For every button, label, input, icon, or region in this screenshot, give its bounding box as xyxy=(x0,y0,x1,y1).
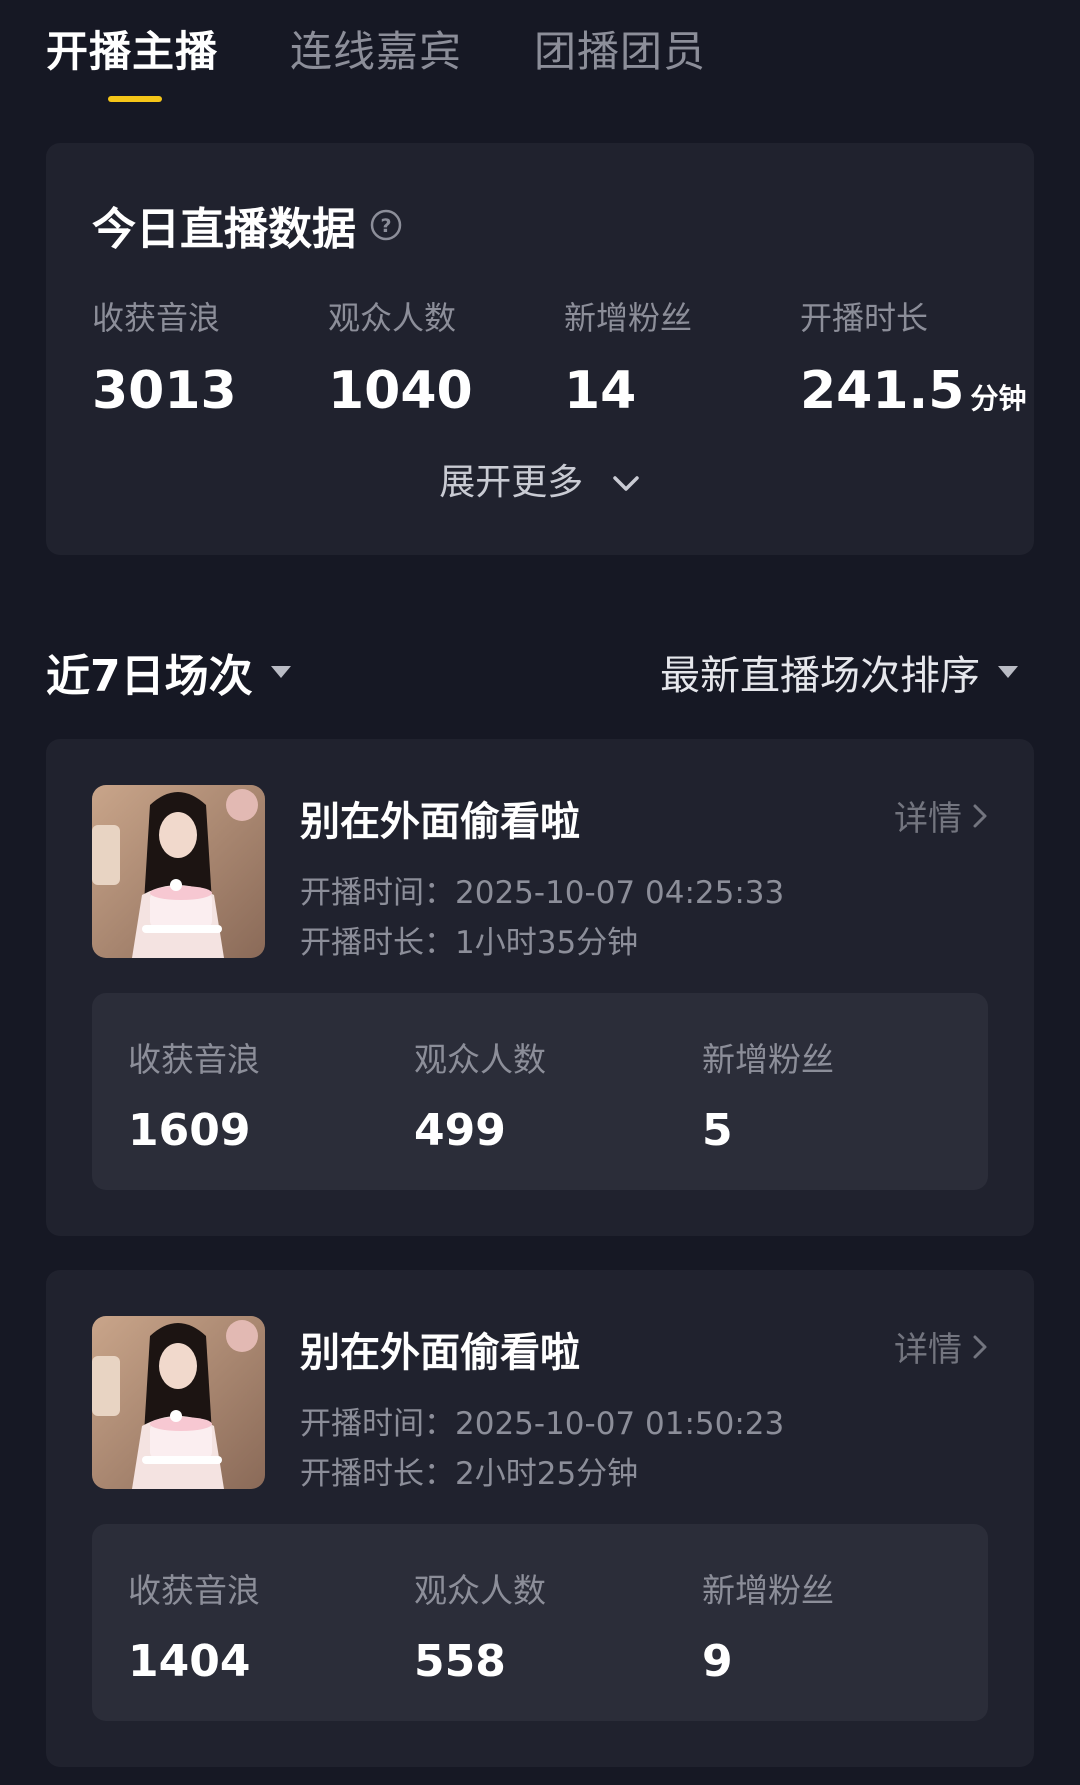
sort-label: 最新直播场次排序 xyxy=(660,653,980,699)
session-stat-new-fans: 新增粉丝 9 xyxy=(702,1564,834,1687)
session-title: 别在外面偷看啦 xyxy=(300,799,580,845)
caret-down-icon xyxy=(270,666,291,678)
session-thumbnail[interactable] xyxy=(92,785,265,958)
session-stat-viewers: 观众人数 558 xyxy=(414,1564,546,1687)
session-start-time: 开播时间：2025-10-07 01:50:23 xyxy=(300,1406,785,1442)
stat-label: 收获音浪 xyxy=(128,1040,260,1079)
detail-link[interactable]: 详情 xyxy=(894,791,988,840)
stat-label: 观众人数 xyxy=(414,1040,546,1079)
session-duration: 开播时长：1小时35分钟 xyxy=(300,925,639,961)
stat-label: 收获音浪 xyxy=(92,299,221,337)
tab-host[interactable]: 开播主播 xyxy=(46,18,218,79)
session-thumbnail[interactable] xyxy=(92,1316,265,1489)
stat-value-number: 241.5 xyxy=(800,361,965,421)
chevron-right-icon xyxy=(973,1335,987,1358)
expand-more-button[interactable]: 展开更多 xyxy=(46,453,1034,505)
today-data-title: 今日直播数据 ? xyxy=(92,193,402,257)
tab-bar: 开播主播 连线嘉宾 团播团员 xyxy=(46,18,778,79)
session-duration: 开播时长：2小时25分钟 xyxy=(300,1456,639,1492)
stat-value: 499 xyxy=(414,1105,506,1156)
svg-text:?: ? xyxy=(380,215,391,237)
tab-guest[interactable]: 连线嘉宾 xyxy=(290,18,462,79)
chevron-right-icon xyxy=(973,804,987,827)
stat-value: 241.5 分钟 xyxy=(800,361,1027,421)
stat-live-duration: 开播时长 241.5 分钟 xyxy=(800,293,1027,421)
stat-new-fans: 新增粉丝 14 xyxy=(564,293,692,421)
tab-group-member[interactable]: 团播团员 xyxy=(534,18,706,79)
stat-value: 1404 xyxy=(128,1636,251,1687)
stat-viewers: 观众人数 1040 xyxy=(328,293,473,421)
date-range-label: 近7日场次 xyxy=(46,651,253,702)
today-data-card: 今日直播数据 ? 收获音浪 3013 观众人数 1040 新增粉丝 14 开播时… xyxy=(46,143,1034,555)
session-stat-sound-waves: 收获音浪 1404 xyxy=(128,1564,260,1687)
session-stat-viewers: 观众人数 499 xyxy=(414,1033,546,1156)
stat-label: 新增粉丝 xyxy=(564,299,693,337)
session-card: 别在外面偷看啦 详情 开播时间：2025-10-07 01:50:23 开播时长… xyxy=(46,1270,1034,1767)
stat-label: 新增粉丝 xyxy=(702,1040,834,1079)
stat-unit: 分钟 xyxy=(970,382,1027,415)
stat-value: 558 xyxy=(414,1636,506,1687)
stat-value: 1609 xyxy=(128,1105,251,1156)
session-start-time: 开播时间：2025-10-07 04:25:33 xyxy=(300,875,785,911)
detail-label: 详情 xyxy=(894,1330,962,1370)
stat-value: 3013 xyxy=(92,361,237,421)
stat-value: 1040 xyxy=(328,361,473,421)
session-stat-sound-waves: 收获音浪 1609 xyxy=(128,1033,260,1156)
stat-label: 开播时长 xyxy=(800,299,929,337)
session-stats-box: 收获音浪 1609 观众人数 499 新增粉丝 5 xyxy=(92,993,988,1190)
stat-value: 14 xyxy=(564,361,637,421)
stat-label: 收获音浪 xyxy=(128,1571,260,1610)
chevron-down-icon xyxy=(612,476,639,491)
help-icon[interactable]: ? xyxy=(370,209,402,241)
sort-dropdown[interactable]: 最新直播场次排序 xyxy=(660,643,1018,701)
stat-label: 观众人数 xyxy=(414,1571,546,1610)
stat-value: 5 xyxy=(702,1105,733,1156)
active-tab-indicator xyxy=(108,96,162,102)
session-stat-new-fans: 新增粉丝 5 xyxy=(702,1033,834,1156)
today-data-title-text: 今日直播数据 xyxy=(92,204,356,255)
stat-sound-waves: 收获音浪 3013 xyxy=(92,293,237,421)
date-range-dropdown[interactable]: 近7日场次 xyxy=(46,640,291,704)
session-title: 别在外面偷看啦 xyxy=(300,1330,580,1376)
stat-label: 观众人数 xyxy=(328,299,457,337)
stat-label: 新增粉丝 xyxy=(702,1571,834,1610)
detail-link[interactable]: 详情 xyxy=(894,1322,988,1371)
session-stats-box: 收获音浪 1404 观众人数 558 新增粉丝 9 xyxy=(92,1524,988,1721)
caret-down-icon xyxy=(998,666,1018,678)
expand-more-label: 展开更多 xyxy=(439,462,584,503)
stat-value: 9 xyxy=(702,1636,733,1687)
detail-label: 详情 xyxy=(894,799,962,839)
session-card: 别在外面偷看啦 详情 开播时间：2025-10-07 04:25:33 开播时长… xyxy=(46,739,1034,1236)
